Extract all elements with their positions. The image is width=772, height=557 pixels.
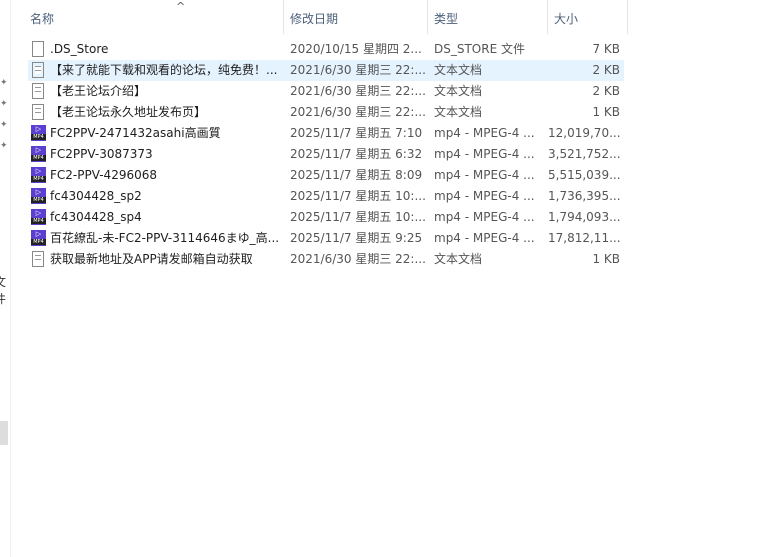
file-size: 12,019,70... [548, 126, 620, 140]
nav-scrollbar[interactable] [0, 421, 8, 445]
file-size: 1,736,395... [548, 189, 620, 203]
file-size: 17,812,11... [548, 231, 620, 245]
file-size: 2 KB [592, 63, 620, 77]
file-row[interactable]: ▷ MP4 fc4304428_sp2 2025/11/7 星期五 10:... mp4… [28, 186, 624, 207]
column-header: ^ 名称 修改日期 类型 大小 [28, 0, 628, 36]
file-date: 2021/6/30 星期三 22:... [290, 63, 426, 77]
file-size: 1,794,093... [548, 210, 620, 224]
mp4-icon: ▷ MP4 [31, 230, 46, 246]
file-type: DS_STORE 文件 [434, 42, 525, 56]
file-name: .DS_Store [50, 42, 109, 56]
pin-icon[interactable]: ✦ [0, 120, 8, 130]
file-row[interactable]: 【老王论坛永久地址发布页】 2021/6/30 星期三 22:... 文本文档 1 K… [28, 102, 624, 123]
pin-icon[interactable]: ✦ [0, 141, 8, 151]
file-name: 【老王论坛介绍】 [50, 84, 147, 98]
file-type: mp4 - MPEG-4 ... [434, 147, 535, 161]
file-type: 文本文档 [434, 84, 483, 98]
file-type: mp4 - MPEG-4 ... [434, 189, 535, 203]
text-file-icon [32, 251, 44, 267]
file-type: 文本文档 [434, 63, 483, 77]
file-date: 2025/11/7 星期五 10:... [290, 210, 426, 224]
text-file-icon [32, 83, 44, 99]
file-size: 2 KB [592, 84, 620, 98]
file-row[interactable]: 【来了就能下载和观看的论坛，纯免费！... 2021/6/30 星期三 22:..… [28, 60, 624, 81]
file-date: 2021/6/30 星期三 22:... [290, 252, 426, 266]
file-name: 百花繚乱-未-FC2-PPV-3114646まゆ_高... [50, 231, 280, 245]
file-icon [32, 41, 44, 57]
file-size: 7 KB [592, 42, 620, 56]
file-row[interactable]: ▷ MP4 FC2-PPV-4296068 2025/11/7 星期五 8:09 mp4… [28, 165, 624, 186]
file-type: 文本文档 [434, 252, 483, 266]
file-size: 1 KB [592, 105, 620, 119]
navigation-pane: ✦ ✦ ✦ ✦ 文件 [0, 0, 11, 557]
file-row[interactable]: ▷ MP4 fc4304428_sp4 2025/11/7 星期五 10:... mp4… [28, 207, 624, 228]
file-type: mp4 - MPEG-4 ... [434, 231, 535, 245]
mp4-icon: ▷ MP4 [31, 188, 46, 204]
file-date: 2025/11/7 星期五 7:10 [290, 126, 423, 140]
file-name: FC2PPV-3087373 [50, 147, 153, 161]
file-name: FC2PPV-2471432asahi高画質 [50, 126, 221, 140]
column-header-size[interactable]: 大小 [548, 0, 628, 34]
file-date: 2020/10/15 星期四 2... [290, 42, 422, 56]
file-name: 获取最新地址及APP请发邮箱自动获取 [50, 252, 253, 266]
mp4-icon: ▷ MP4 [31, 125, 46, 141]
pin-icon[interactable]: ✦ [0, 99, 8, 109]
mp4-icon: ▷ MP4 [31, 167, 46, 183]
file-type: mp4 - MPEG-4 ... [434, 210, 535, 224]
mp4-icon: ▷ MP4 [31, 209, 46, 225]
column-header-name[interactable]: 名称 [28, 0, 284, 34]
file-row[interactable]: 【老王论坛介绍】 2021/6/30 星期三 22:... 文本文档 2 KB [28, 81, 624, 102]
mp4-icon: ▷ MP4 [31, 146, 46, 162]
file-type: mp4 - MPEG-4 ... [434, 168, 535, 182]
nav-item-label[interactable]: 文件 [0, 273, 10, 307]
file-row[interactable]: .DS_Store 2020/10/15 星期四 2... DS_STORE 文件 7… [28, 39, 624, 60]
file-row[interactable]: 获取最新地址及APP请发邮箱自动获取 2021/6/30 星期三 22:... 文本… [28, 249, 624, 270]
file-date: 2025/11/7 星期五 6:32 [290, 147, 423, 161]
text-file-icon [32, 62, 44, 78]
file-date: 2025/11/7 星期五 10:... [290, 189, 426, 203]
file-row[interactable]: ▷ MP4 FC2PPV-2471432asahi高画質 2025/11/7 星期五 … [28, 123, 624, 144]
file-row[interactable]: ▷ MP4 百花繚乱-未-FC2-PPV-3114646まゆ_高... 2025/11… [28, 228, 624, 249]
text-file-icon [32, 104, 44, 120]
file-type: 文本文档 [434, 105, 483, 119]
column-header-date[interactable]: 修改日期 [284, 0, 428, 34]
file-date: 2025/11/7 星期五 8:09 [290, 168, 423, 182]
file-name: fc4304428_sp4 [50, 210, 142, 224]
file-type: mp4 - MPEG-4 ... [434, 126, 535, 140]
pin-icon[interactable]: ✦ [0, 78, 8, 88]
file-size: 5,515,039... [548, 168, 620, 182]
column-header-type[interactable]: 类型 [428, 0, 548, 34]
file-date: 2025/11/7 星期五 9:25 [290, 231, 423, 245]
file-name: 【老王论坛永久地址发布页】 [50, 105, 207, 119]
file-name: fc4304428_sp2 [50, 189, 142, 203]
file-name: FC2-PPV-4296068 [50, 168, 157, 182]
file-size: 3,521,752... [548, 147, 620, 161]
file-size: 1 KB [592, 252, 620, 266]
file-date: 2021/6/30 星期三 22:... [290, 84, 426, 98]
file-row[interactable]: ▷ MP4 FC2PPV-3087373 2025/11/7 星期五 6:32 mp4 … [28, 144, 624, 165]
file-date: 2021/6/30 星期三 22:... [290, 105, 426, 119]
file-name: 【来了就能下载和观看的论坛，纯免费！... [50, 63, 278, 77]
